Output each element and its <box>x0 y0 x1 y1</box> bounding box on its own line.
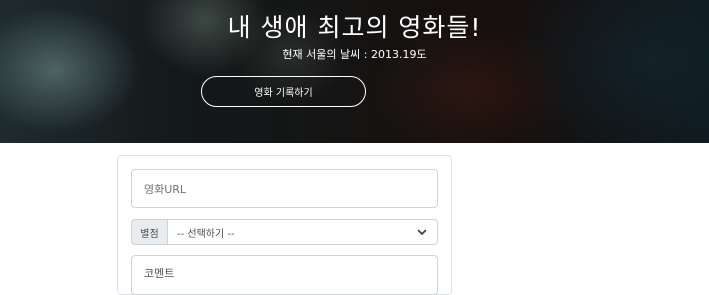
movie-form-card: 영화URL 별점 -- 선택하기 -- 코멘트 <box>117 155 452 295</box>
hero-banner: 내 생애 최고의 영화들! 현재 서울의 날씨 : 2013.19도 영화 기록… <box>0 0 709 143</box>
chevron-down-icon <box>417 229 427 235</box>
star-rating-selected-value: -- 선택하기 -- <box>177 228 235 240</box>
record-movie-button[interactable]: 영화 기록하기 <box>201 76 366 107</box>
star-rating-label: 별점 <box>131 219 168 245</box>
comment-placeholder: 코멘트 <box>144 267 175 280</box>
movie-url-placeholder: 영화URL <box>144 182 187 196</box>
star-rating-select[interactable]: -- 선택하기 -- <box>168 219 438 245</box>
movie-url-input[interactable]: 영화URL <box>131 169 438 208</box>
star-rating-group: 별점 -- 선택하기 -- <box>131 219 438 245</box>
weather-text: 현재 서울의 날씨 : 2013.19도 <box>282 48 427 61</box>
comment-textarea[interactable]: 코멘트 <box>131 255 438 295</box>
hero-title: 내 생애 최고의 영화들! <box>227 13 482 42</box>
